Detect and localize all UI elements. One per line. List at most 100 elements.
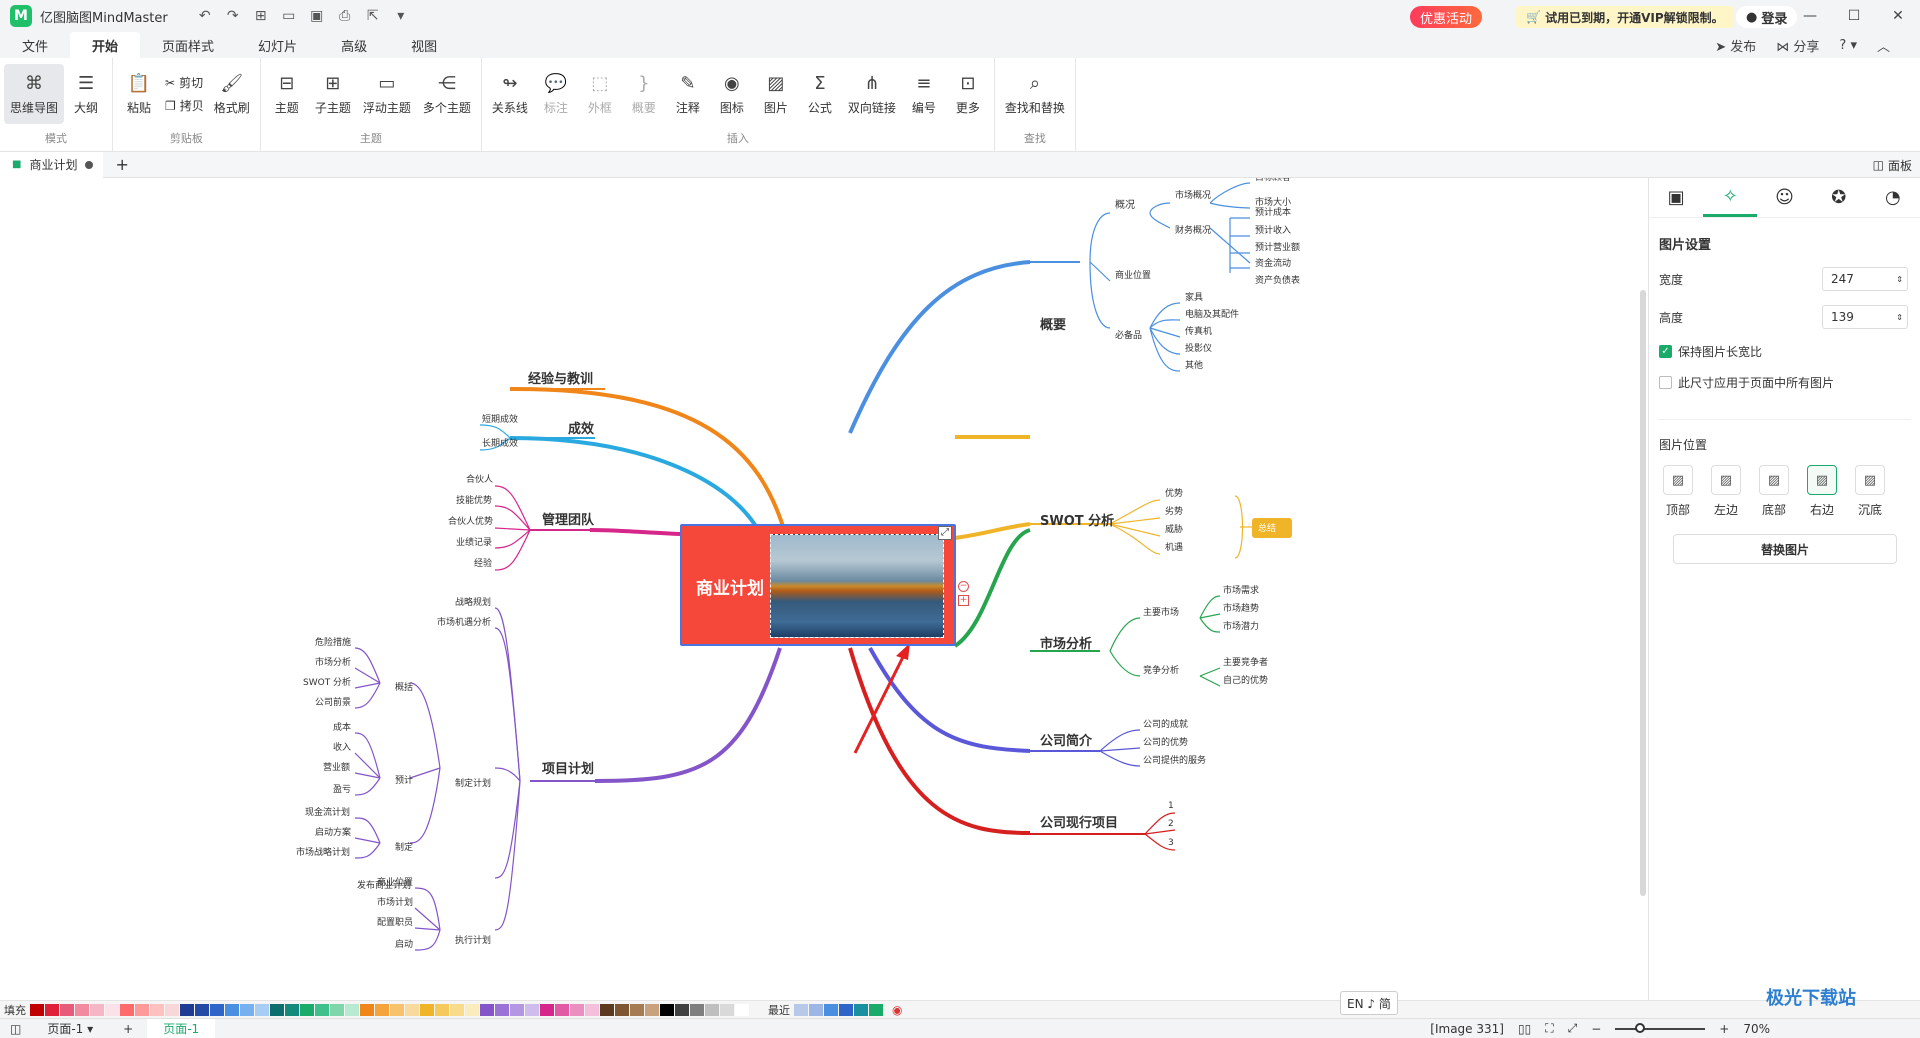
color-swatch[interactable] [405,1003,419,1016]
color-swatch[interactable] [525,1003,539,1016]
find-replace-button[interactable]: ⌕ 查找和替换 [999,64,1071,124]
color-swatch[interactable] [420,1003,434,1016]
color-swatch[interactable] [60,1003,74,1016]
color-swatch[interactable] [465,1003,479,1016]
floating-topic-button[interactable]: ▭ 浮动主题 [357,64,417,124]
relation-button[interactable]: ↬ 关系线 [486,64,534,124]
topic-swot[interactable]: SWOT 分析 [1040,510,1114,529]
tab-icons[interactable]: ☺ [1757,178,1811,217]
color-swatch[interactable] [600,1003,614,1016]
export-icon[interactable]: ⇱ [364,8,382,24]
minimize-icon[interactable]: — [1788,0,1832,32]
resize-handle-icon[interactable]: ⤢ [938,526,952,540]
customize-chevron-icon[interactable]: ▾ [392,8,410,24]
recent-color-swatch[interactable] [794,1003,808,1016]
central-topic[interactable]: 商业计划 ⤢ [680,524,956,646]
topic-lessons[interactable]: 经验与教训 [528,368,593,387]
mindmap-canvas[interactable]: 概况 市场概况 目标顾客 市场大小 财务概况 预计成本 预计收入 预计营业额 资… [0,178,1648,1000]
menu-page-style[interactable]: 页面样式 [140,32,236,58]
page-tab-active[interactable]: 页面-1 [147,1018,216,1038]
topic-company-intro[interactable]: 公司简介 [1040,730,1092,749]
close-icon[interactable]: ✕ [1876,0,1920,32]
color-swatch[interactable] [225,1003,239,1016]
keep-ratio-checkbox[interactable]: ✓ 保持图片长宽比 [1659,343,1910,360]
color-swatch[interactable] [675,1003,689,1016]
topic-current-projects[interactable]: 公司现行项目 [1040,812,1118,831]
color-swatch[interactable] [495,1003,509,1016]
menu-slides[interactable]: 幻灯片 [236,32,319,58]
topic-team[interactable]: 管理团队 [542,509,594,528]
color-swatch[interactable] [75,1003,89,1016]
color-swatch[interactable] [210,1003,224,1016]
ime-indicator[interactable]: EN ♪ 简 [1340,991,1398,1015]
color-swatch[interactable] [555,1003,569,1016]
zoom-slider[interactable] [1615,1022,1706,1033]
maximize-icon[interactable]: ☐ [1832,0,1876,32]
position-sink-button[interactable]: ▨ 沉底 [1851,465,1889,518]
color-swatch[interactable] [660,1003,674,1016]
color-swatch[interactable] [705,1003,719,1016]
recent-color-swatch[interactable] [809,1003,823,1016]
zoom-level[interactable]: 70% [1743,1022,1770,1036]
topic-overview[interactable]: 概要 [1040,314,1066,333]
mindmap-mode-button[interactable]: ⌘ 思维导图 [4,64,65,124]
topic-market-analysis[interactable]: 市场分析 [1040,633,1092,652]
summary-button[interactable]: } 概要 [622,64,666,124]
zoom-out-icon[interactable]: − [1591,1022,1601,1036]
cut-button[interactable]: ✂ 剪切 [165,74,204,91]
color-swatch[interactable] [435,1003,449,1016]
zoom-in-icon[interactable]: + [1719,1022,1729,1036]
recent-color-swatch[interactable] [839,1003,853,1016]
save-icon[interactable]: ▣ [308,8,326,24]
subtopic-button[interactable]: ⊞ 子主题 [309,64,357,124]
color-swatch[interactable] [645,1003,659,1016]
spinner-icon[interactable]: ⇕ [1896,313,1903,322]
color-swatch[interactable] [510,1003,524,1016]
menu-view[interactable]: 视图 [389,32,459,58]
note-button[interactable]: ✎ 注释 [666,64,710,124]
boundary-button[interactable]: ⬚ 外框 [578,64,622,124]
color-swatch[interactable] [135,1003,149,1016]
page-list-icon[interactable]: ◫ [0,1022,31,1036]
collapse-icon[interactable]: − [958,581,969,592]
collapse-ribbon-icon[interactable]: ︿ [1877,36,1890,55]
color-swatch[interactable] [90,1003,104,1016]
numbering-button[interactable]: ≡ 编号 [902,64,946,124]
open-folder-icon[interactable]: ▭ [280,8,298,24]
color-swatch[interactable] [690,1003,704,1016]
color-swatch[interactable] [285,1003,299,1016]
color-swatch[interactable] [300,1003,314,1016]
color-swatch[interactable] [345,1003,359,1016]
color-swatch[interactable] [45,1003,59,1016]
page-tab[interactable]: 页面-1 ▾ [31,1019,109,1038]
bilink-button[interactable]: ⋔ 双向链接 [842,64,902,124]
position-bottom-button[interactable]: ▨ 底部 [1755,465,1793,518]
tab-theme[interactable]: ✪ [1812,178,1866,217]
help-icon[interactable]: ? ▾ [1839,38,1857,53]
outline-mode-button[interactable]: ☰ 大纲 [64,64,108,124]
color-swatch[interactable] [150,1003,164,1016]
color-swatch[interactable] [270,1003,284,1016]
color-swatch[interactable] [240,1003,254,1016]
color-swatch[interactable] [255,1003,269,1016]
doc-tab-business-plan[interactable]: ■ 商业计划 [0,151,104,178]
color-swatch[interactable] [315,1003,329,1016]
fullscreen-icon[interactable]: ⤢ [1568,1021,1578,1036]
color-swatch[interactable] [540,1003,554,1016]
color-swatch[interactable] [120,1003,134,1016]
tab-style[interactable]: ▣ [1649,178,1703,217]
color-swatch[interactable] [585,1003,599,1016]
color-swatch[interactable] [735,1003,749,1016]
share-button[interactable]: ⋈ 分享 [1776,36,1819,55]
color-swatch[interactable] [180,1003,194,1016]
width-input[interactable]: 247 ⇕ [1822,267,1908,291]
vertical-scrollbar[interactable] [1640,290,1646,896]
add-page-icon[interactable]: + [109,1022,147,1036]
position-right-button[interactable]: ▨ 右边 [1803,465,1841,518]
color-swatch[interactable] [450,1003,464,1016]
image-button[interactable]: ▨ 图片 [754,64,798,124]
color-swatch[interactable] [480,1003,494,1016]
color-swatch[interactable] [330,1003,344,1016]
redo-icon[interactable]: ↷ [224,8,242,24]
book-icon[interactable]: ▯▯ [1518,1022,1531,1036]
